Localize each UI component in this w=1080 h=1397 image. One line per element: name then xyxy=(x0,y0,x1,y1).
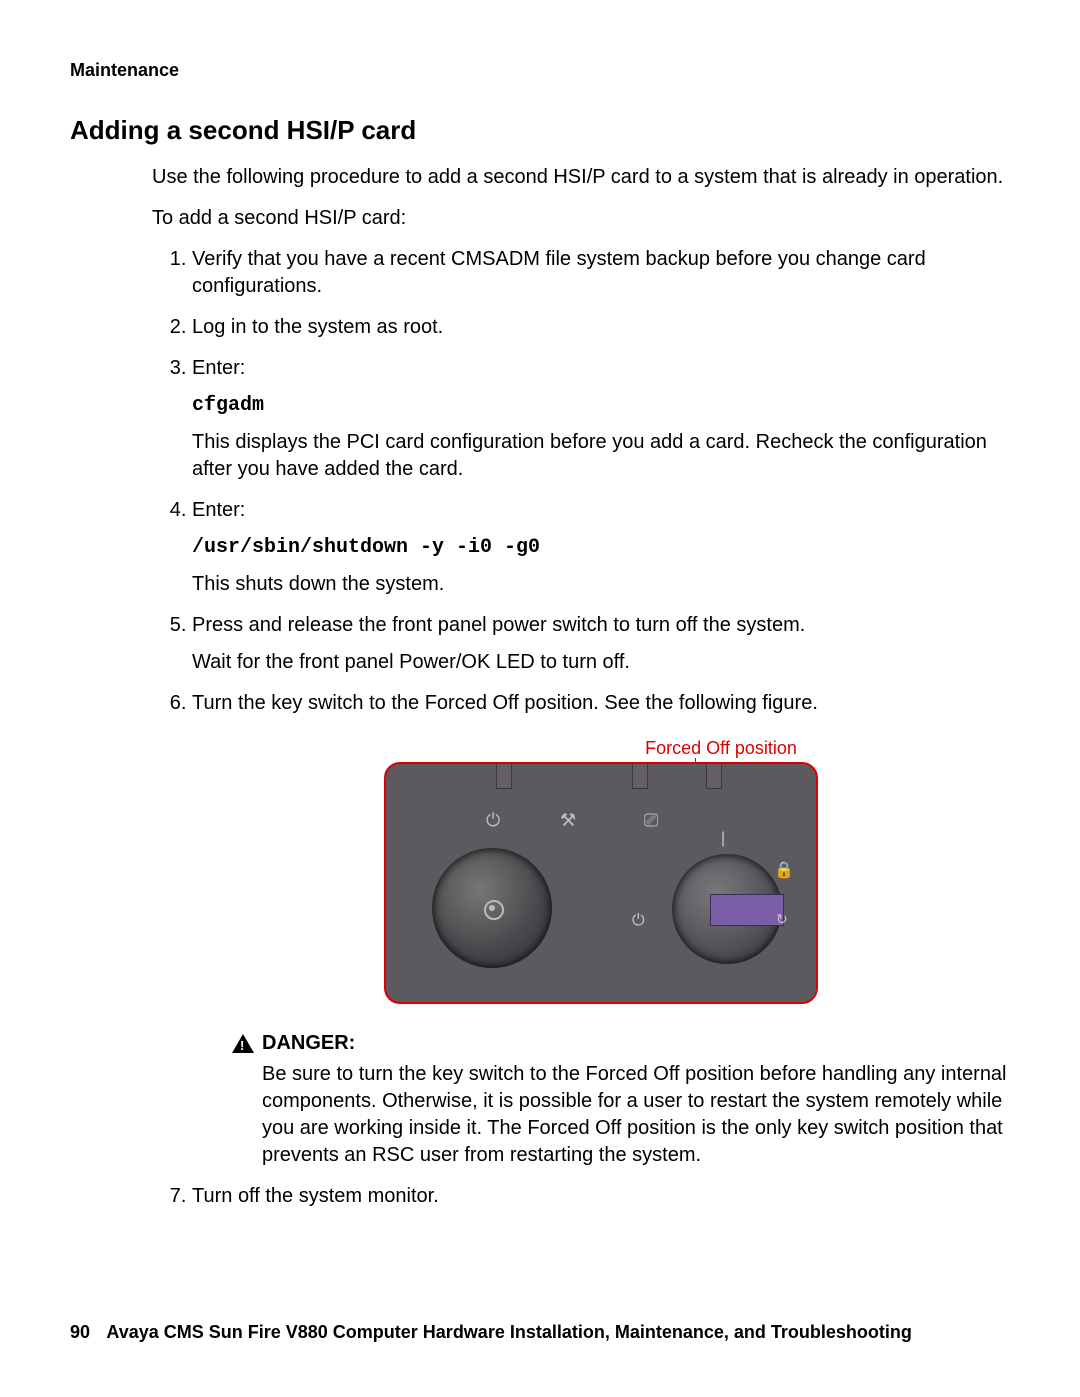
step-text: Press and release the front panel power … xyxy=(192,614,805,636)
page-number: 90 xyxy=(70,1322,90,1342)
step-2: Log in to the system as root. xyxy=(192,314,1010,341)
wrench-icon: ⚒ xyxy=(560,808,576,832)
step-text: Enter: xyxy=(192,499,245,521)
page-footer: 90 Avaya CMS Sun Fire V880 Computer Hard… xyxy=(70,1322,1010,1343)
danger-block: DANGER: xyxy=(232,1030,1010,1057)
body-content: Use the following procedure to add a sec… xyxy=(152,164,1010,1210)
card-icon: ⎚ xyxy=(644,808,658,832)
figure-label: Forced Off position xyxy=(645,736,797,760)
footer-title: Avaya CMS Sun Fire V880 Computer Hardwar… xyxy=(106,1322,912,1342)
step-6: Turn the key switch to the Forced Off po… xyxy=(192,690,1010,1169)
step-text: Turn the key switch to the Forced Off po… xyxy=(192,692,818,714)
panel-tab xyxy=(496,762,512,789)
key-slot xyxy=(710,894,784,926)
intro-paragraph: Use the following procedure to add a sec… xyxy=(152,164,1010,191)
lead-in-paragraph: To add a second HSI/P card: xyxy=(152,205,1010,232)
step-4: Enter: /usr/sbin/shutdown -y -i0 -g0 Thi… xyxy=(192,497,1010,598)
figure-label-text: Forced Off position xyxy=(645,738,797,758)
step-explanation: This displays the PCI card configuration… xyxy=(192,429,1010,483)
step-explanation: This shuts down the system. xyxy=(192,571,1010,598)
danger-heading: DANGER: xyxy=(262,1030,355,1057)
panel-tab xyxy=(632,762,648,789)
panel-icons: ⏻ ⚒ ⎚ xyxy=(486,808,786,832)
step-text: Turn off the system monitor. xyxy=(192,1185,439,1207)
step-explanation: Wait for the front panel Power/OK LED to… xyxy=(192,649,1010,676)
step-text: Verify that you have a recent CMSADM fil… xyxy=(192,248,926,297)
danger-text: Be sure to turn the key switch to the Fo… xyxy=(262,1061,1010,1169)
front-panel-illustration: ⏻ ⚒ ⎚ | 🔒 ↻ ⏻ xyxy=(384,762,818,1004)
panel-tab xyxy=(706,762,722,789)
document-page: Maintenance Adding a second HSI/P card U… xyxy=(0,0,1080,1397)
figure: Forced Off position ⏻ ⚒ ⎚ xyxy=(192,735,1010,1012)
power-icon: ⏻ xyxy=(486,808,500,832)
position-normal-icon: | xyxy=(721,828,725,850)
step-text: Enter: xyxy=(192,357,245,379)
key-switch xyxy=(672,854,782,964)
step-3: Enter: cfgadm This displays the PCI card… xyxy=(192,355,1010,483)
position-refresh-icon: ↻ xyxy=(776,910,788,929)
procedure-steps: Verify that you have a recent CMSADM fil… xyxy=(170,246,1010,1210)
warning-icon xyxy=(232,1034,254,1053)
breadcrumb: Maintenance xyxy=(70,60,1010,81)
code-block: cfgadm xyxy=(192,392,1010,419)
position-off-icon: ⏻ xyxy=(632,910,645,932)
position-lock-icon: 🔒 xyxy=(774,860,794,882)
step-5: Press and release the front panel power … xyxy=(192,612,1010,676)
step-7: Turn off the system monitor. xyxy=(192,1183,1010,1210)
step-text: Log in to the system as root. xyxy=(192,316,443,338)
code-block: /usr/sbin/shutdown -y -i0 -g0 xyxy=(192,534,1010,561)
power-dial xyxy=(432,848,552,968)
step-1: Verify that you have a recent CMSADM fil… xyxy=(192,246,1010,300)
page-title: Adding a second HSI/P card xyxy=(70,115,1010,146)
